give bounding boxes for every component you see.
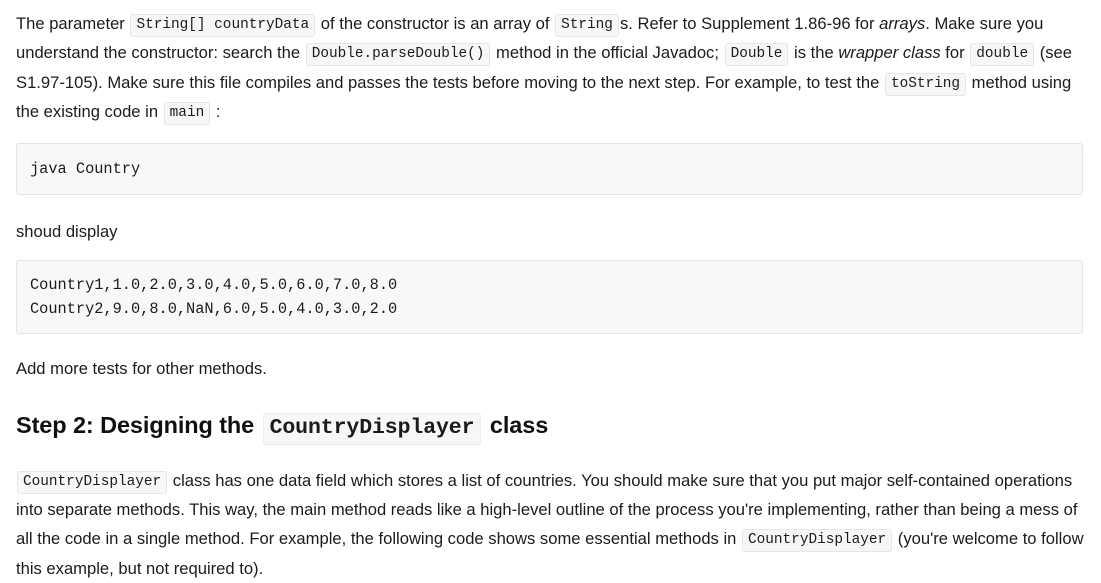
text-run: of the constructor is an array of [316, 14, 555, 33]
paragraph-add-more-tests: Add more tests for other methods. [16, 359, 267, 379]
heading-text-run: class [483, 411, 549, 438]
code-block-expected-output: Country1,1.0,2.0,3.0,4.0,5.0,6.0,7.0,8.0… [16, 260, 1083, 335]
text-run: method in the official Javadoc; [491, 43, 724, 63]
text-run: : [211, 101, 221, 121]
inline-code-double-parsedouble: Double.parseDouble() [305, 43, 491, 67]
code-block-run-command: java Country [16, 143, 1083, 196]
inline-code-countrydisplayer-1: CountryDisplayer [17, 470, 168, 494]
paragraph-countrydisplayer-description: CountryDisplayer class has one data fiel… [16, 466, 1085, 583]
inline-code-main: main [163, 101, 211, 125]
emphasis-wrapper-class: wrapper class [838, 43, 941, 63]
document-body: The parameter String[] countryData of th… [0, 0, 1101, 583]
inline-code-countrydisplayer-heading: CountryDisplayer [262, 412, 482, 445]
heading-text-run: Step 2: Designing the [16, 411, 261, 438]
paragraph-constructor-parameter: The parameter String[] countryData of th… [16, 9, 1085, 126]
heading-step-2: Step 2: Designing the CountryDisplayer c… [16, 410, 1085, 445]
inline-code-tostring: toString [884, 72, 967, 96]
emphasis-arrays: arrays [879, 14, 926, 33]
text-run: The parameter [16, 14, 130, 33]
inline-code-string-array-countrydata: String[] countryData [130, 14, 316, 37]
inline-code-countrydisplayer-2: CountryDisplayer [742, 529, 893, 553]
text-run: s. Refer to Supplement 1.86-96 for [619, 14, 880, 33]
text-run: for [940, 43, 970, 63]
inline-code-double-primitive: double [970, 43, 1035, 67]
paragraph-shoud-display: shoud display [16, 222, 118, 242]
inline-code-string: String [555, 14, 619, 37]
inline-code-double-wrapper: Double [724, 43, 789, 67]
text-run: is the [789, 43, 839, 63]
